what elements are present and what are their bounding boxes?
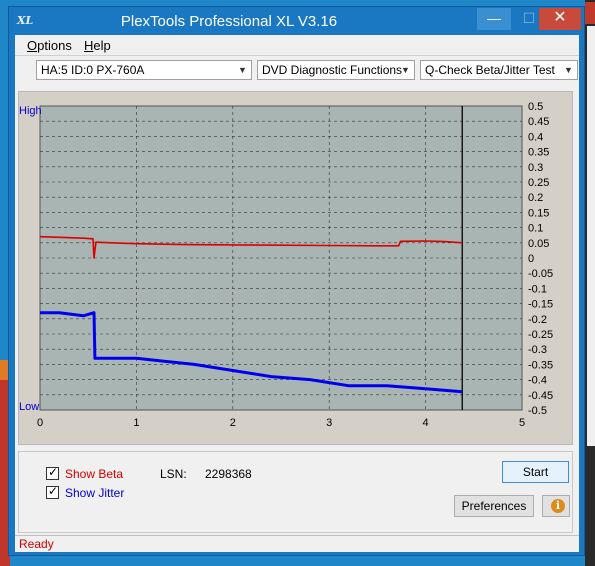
- y-tick-label: -0.3: [528, 344, 547, 356]
- background-window-strip: [587, 26, 595, 446]
- y-tick-label: 0.5: [528, 101, 543, 113]
- y-tick-label: -0.2: [528, 314, 547, 326]
- preferences-button[interactable]: Preferences: [454, 495, 534, 517]
- show-beta-label[interactable]: Show Beta: [65, 467, 123, 481]
- close-button[interactable]: ✕: [539, 8, 581, 30]
- chevron-down-icon: ▼: [564, 65, 573, 75]
- menu-options-hotkey: O: [27, 38, 38, 53]
- x-tick-label: 2: [230, 417, 236, 429]
- desktop-background-right: [585, 0, 595, 566]
- chevron-down-icon: ▼: [401, 65, 410, 75]
- menu-bar: Options Help: [15, 35, 579, 55]
- x-tick-label: 3: [326, 417, 332, 429]
- y-tick-label: 0.25: [528, 177, 549, 189]
- menu-help-label: elp: [93, 38, 111, 53]
- y-tick-label: 0.2: [528, 192, 543, 204]
- menu-help[interactable]: Help: [84, 38, 111, 53]
- test-select-value: Q-Check Beta/Jitter Test: [425, 63, 555, 77]
- y-tick-label: 0.05: [528, 238, 549, 250]
- divider: [15, 55, 579, 56]
- options-panel: Show Beta Show Jitter LSN: 2298368 Start…: [18, 451, 573, 533]
- x-tick-label: 0: [37, 417, 43, 429]
- beta-jitter-chart: 0.5 0.45 0.4 0.35 0.3 0.25 0.2 0.15 0.1 0.05 0 -0.0…: [19, 101, 553, 429]
- status-text: Ready: [19, 537, 54, 551]
- show-jitter-checkbox[interactable]: [46, 484, 59, 499]
- y-tick-label: -0.4: [528, 375, 547, 387]
- background-window-fragment: [585, 2, 595, 24]
- minimize-button[interactable]: —: [477, 8, 511, 30]
- plextools-window: XL PlexTools Professional XL V3.16 — ☐ ✕…: [8, 6, 585, 556]
- y-tick-label: -0.15: [528, 299, 553, 311]
- function-select[interactable]: DVD Diagnostic Functions ▼: [257, 60, 415, 80]
- chart-panel: 0.5 0.45 0.4 0.35 0.3 0.25 0.2 0.15 0.1 0.05 0 -0.0…: [18, 91, 573, 445]
- show-beta-checkbox[interactable]: [46, 465, 59, 480]
- function-select-value: DVD Diagnostic Functions: [262, 63, 403, 77]
- x-tick-label: 4: [423, 417, 429, 429]
- menu-help-hotkey: H: [84, 38, 94, 53]
- drive-select-value: HA:5 ID:0 PX-760A: [41, 63, 145, 77]
- status-bar: Ready: [15, 535, 579, 552]
- y-tick-label: 0: [528, 253, 534, 265]
- window-title: PlexTools Professional XL V3.16: [120, 13, 338, 30]
- start-button[interactable]: Start: [502, 461, 569, 483]
- y-tick-label: -0.35: [528, 359, 553, 371]
- client-area: Options Help HA:5 ID:0 PX-760A ▼ DVD Dia…: [15, 35, 579, 552]
- show-jitter-label[interactable]: Show Jitter: [65, 486, 124, 500]
- y-tick-label: 0.4: [528, 131, 543, 143]
- x-tick-label: 5: [519, 417, 525, 429]
- y-high-label: High: [19, 105, 42, 117]
- y-tick-label: 0.35: [528, 147, 549, 159]
- y-tick-label: -0.05: [528, 268, 553, 280]
- x-tick-label: 1: [133, 417, 139, 429]
- menu-options[interactable]: Options: [27, 38, 72, 53]
- info-icon: i: [551, 499, 565, 513]
- test-select[interactable]: Q-Check Beta/Jitter Test ▼: [420, 60, 578, 80]
- y-tick-label: -0.25: [528, 329, 553, 341]
- y-low-label: Low: [19, 401, 39, 413]
- y-tick-label: 0.45: [528, 116, 549, 128]
- title-bar[interactable]: XL PlexTools Professional XL V3.16 — ☐ ✕: [9, 7, 584, 35]
- info-button[interactable]: i: [542, 495, 570, 517]
- lsn-label: LSN:: [160, 467, 187, 481]
- drive-select[interactable]: HA:5 ID:0 PX-760A ▼: [36, 60, 252, 80]
- chevron-down-icon: ▼: [238, 65, 247, 75]
- y-tick-label: -0.5: [528, 405, 547, 417]
- y-tick-label: -0.1: [528, 283, 547, 295]
- menu-options-label: ptions: [37, 38, 72, 53]
- y-tick-label: -0.45: [528, 390, 553, 402]
- lsn-value: 2298368: [205, 467, 252, 481]
- y-tick-label: 0.3: [528, 162, 543, 174]
- y-tick-label: 0.15: [528, 207, 549, 219]
- y-tick-label: 0.1: [528, 223, 543, 235]
